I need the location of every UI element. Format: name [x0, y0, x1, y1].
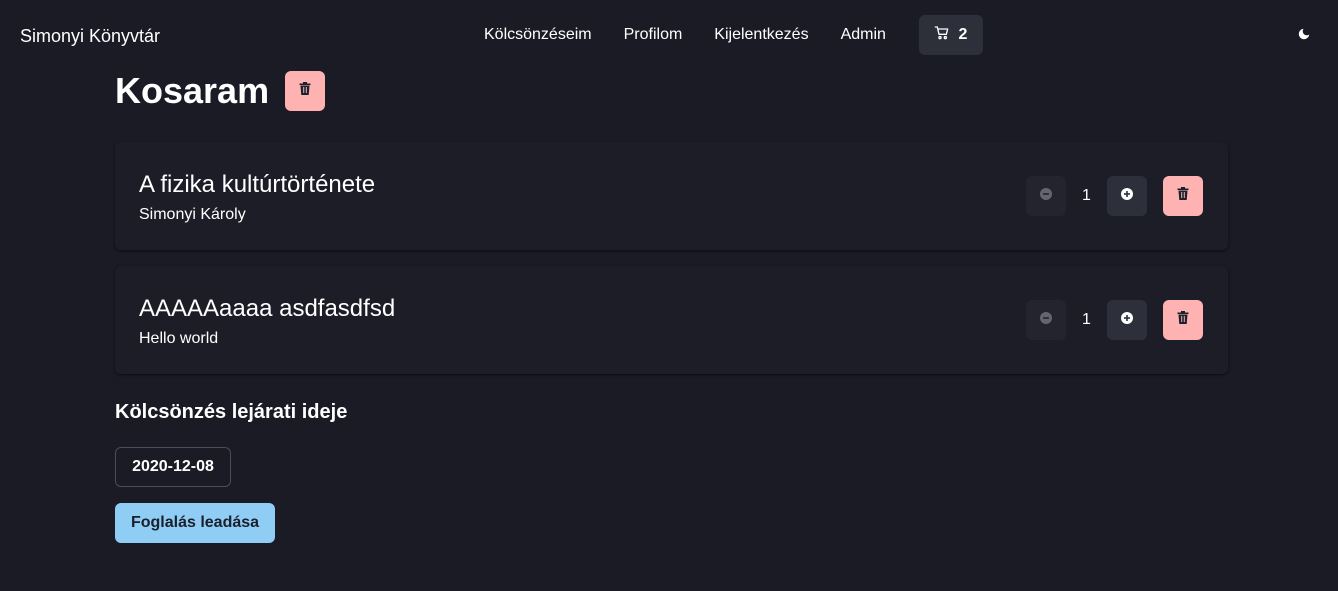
quantity-value: 1: [1082, 187, 1091, 204]
due-date-input[interactable]: 2020-12-08: [115, 447, 231, 487]
book-author: Simonyi Károly: [139, 206, 246, 223]
cart-count: 2: [958, 26, 968, 43]
page-title-row: Kosaram: [115, 70, 326, 111]
nav-link-profile[interactable]: Profilom: [608, 15, 699, 55]
book-title: A fizika kultúrtörténete: [139, 171, 376, 198]
book-title: AAAAAaaaa asdfasdfsd: [139, 295, 396, 322]
cart-icon: [934, 25, 950, 46]
moon-icon[interactable]: [1297, 27, 1313, 43]
trash-icon: [1177, 311, 1189, 329]
plus-circle-icon: [1121, 187, 1133, 205]
clear-cart-button[interactable]: [285, 71, 326, 111]
increase-quantity-button[interactable]: [1107, 300, 1147, 340]
nav-link-admin[interactable]: Admin: [825, 15, 902, 55]
remove-item-button[interactable]: [1163, 300, 1203, 340]
nav-link-logout[interactable]: Kijelentkezés: [698, 15, 824, 55]
increase-quantity-button[interactable]: [1107, 176, 1147, 216]
quantity-controls: 1: [1026, 300, 1203, 340]
remove-item-button[interactable]: [1163, 176, 1203, 216]
due-date-heading: Kölcsönzés lejárati ideje: [115, 401, 348, 423]
book-author: Hello world: [139, 330, 219, 347]
decrease-quantity-button[interactable]: [1026, 300, 1066, 340]
cart-button[interactable]: 2: [918, 15, 983, 55]
decrease-quantity-button[interactable]: [1026, 176, 1066, 216]
submit-reservation-button[interactable]: Foglalás leadása: [115, 503, 275, 543]
quantity-controls: 1: [1026, 176, 1203, 216]
brand-link[interactable]: Simonyi Könyvtár: [20, 25, 160, 47]
cart-item: AAAAAaaaa asdfasdfsd Hello world 1: [115, 266, 1228, 374]
plus-circle-icon: [1121, 311, 1133, 329]
navbar: Simonyi Könyvtár Kölcsönzéseim Profilom …: [0, 0, 1338, 70]
quantity-value: 1: [1082, 311, 1091, 328]
cart-item: A fizika kultúrtörténete Simonyi Károly …: [115, 142, 1228, 250]
trash-icon: [1177, 187, 1189, 205]
page-title: Kosaram: [115, 70, 270, 111]
trash-icon: [299, 82, 311, 100]
nav-links: Kölcsönzéseim Profilom Kijelentkezés Adm…: [468, 15, 983, 55]
nav-link-loans[interactable]: Kölcsönzéseim: [468, 15, 608, 55]
minus-circle-icon: [1040, 311, 1052, 329]
minus-circle-icon: [1040, 187, 1052, 205]
